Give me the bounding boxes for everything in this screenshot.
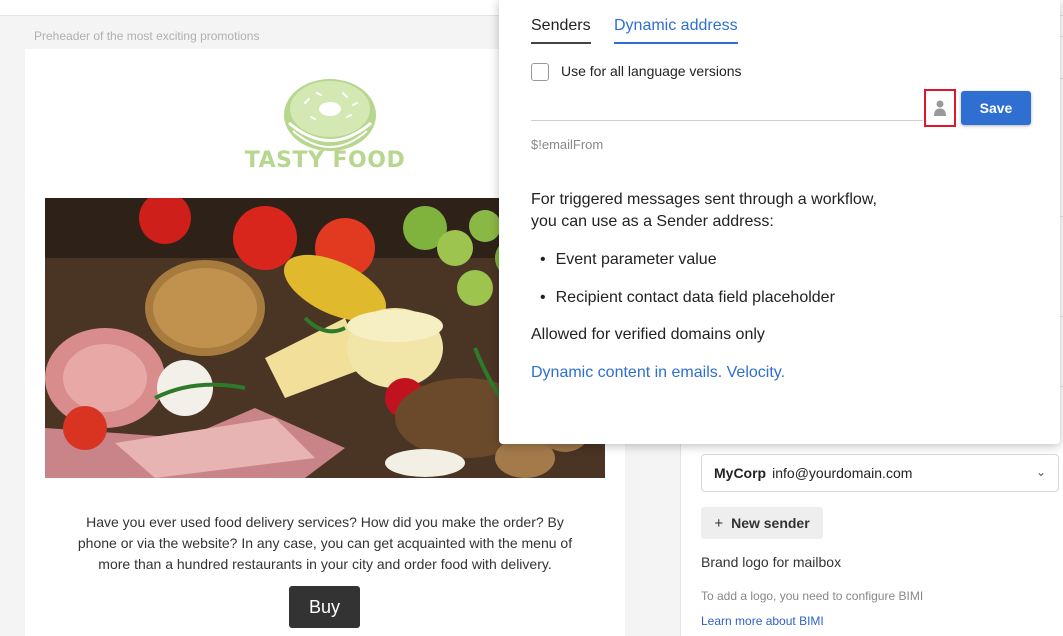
sender-name: MyCorp xyxy=(714,465,767,481)
sender-select[interactable]: MyCorp info@yourdomain.com ⌄ xyxy=(701,454,1059,492)
tab-senders[interactable]: Senders xyxy=(531,17,591,44)
info-line: For triggered messages sent through a wo… xyxy=(531,191,877,208)
save-button[interactable]: Save xyxy=(961,91,1031,125)
all-languages-checkbox[interactable] xyxy=(531,63,549,81)
bullet-dot: • xyxy=(540,289,546,306)
personalization-button[interactable] xyxy=(924,89,956,127)
chevron-down-icon: ⌄ xyxy=(1035,465,1046,479)
dynamic-address-popup: Senders Dynamic address Use for all lang… xyxy=(499,0,1060,444)
bullet-item: • Event parameter value xyxy=(540,251,717,269)
bullet-item: • Recipient contact data field placeholde… xyxy=(540,289,835,307)
email-from-value: $!emailFrom xyxy=(531,137,604,152)
plus-icon: + xyxy=(714,514,724,532)
person-icon xyxy=(934,100,946,116)
bullet-text: Event parameter value xyxy=(555,251,717,268)
buy-button[interactable]: Buy xyxy=(289,586,360,628)
dynamic-address-input[interactable] xyxy=(531,120,923,121)
tab-dynamic-address[interactable]: Dynamic address xyxy=(614,17,738,44)
all-languages-label: Use for all language versions xyxy=(561,63,742,79)
bimi-learn-more-link[interactable]: Learn more about BIMI xyxy=(701,614,824,628)
sender-email: info@yourdomain.com xyxy=(772,465,913,481)
bullet-dot: • xyxy=(540,251,546,268)
brand-logo-label: Brand logo for mailbox xyxy=(701,554,842,570)
velocity-docs-link[interactable]: Dynamic content in emails. Velocity. xyxy=(531,364,785,382)
email-body-text: Have you ever used food delivery service… xyxy=(77,514,573,572)
bimi-hint: To add a logo, you need to configure BIM… xyxy=(701,589,924,603)
new-sender-label: New sender xyxy=(731,515,810,531)
preheader-text: Preheader of the most exciting promotion… xyxy=(34,29,260,43)
info-text: For triggered messages sent through a wo… xyxy=(531,189,931,233)
new-sender-button[interactable]: + New sender xyxy=(701,507,823,539)
info-line: you can use as a Sender address: xyxy=(531,213,774,230)
bullet-text: Recipient contact data field placeholder xyxy=(555,289,835,306)
verified-domains-note: Allowed for verified domains only xyxy=(531,326,765,343)
donut-logo-icon xyxy=(284,79,376,151)
